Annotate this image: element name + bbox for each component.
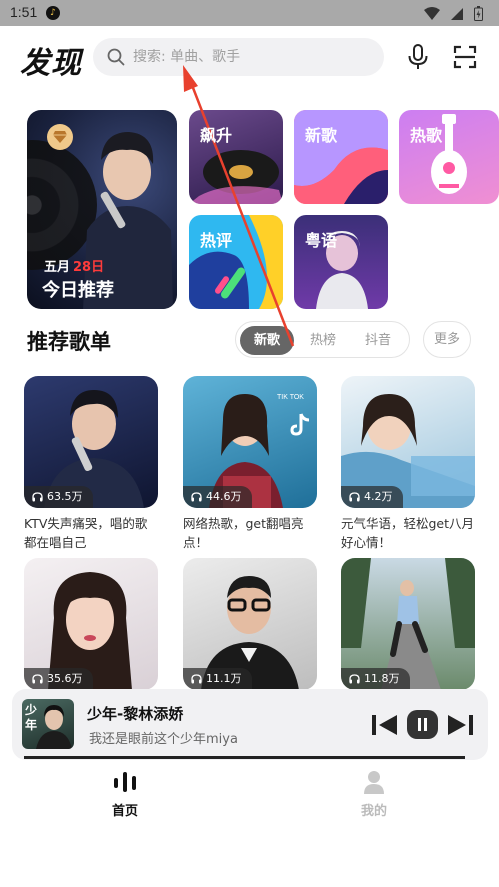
section-title: 推荐歌单 xyxy=(27,330,111,354)
headphones-icon xyxy=(32,492,43,502)
playlist-cover: TIK TOK 44.6万 xyxy=(183,376,317,508)
playlist-description: 网络热歌，get翻唱亮点！ xyxy=(183,516,304,550)
playback-progress-bar[interactable] xyxy=(24,756,465,759)
play-count-value: 63.5万 xyxy=(47,490,83,503)
playlist-description: 元气华语，轻松get八月好心情！ xyxy=(341,516,475,550)
tile-cantonese[interactable]: 粤语 xyxy=(294,215,388,309)
play-count: 11.1万 xyxy=(183,668,252,690)
signal-icon xyxy=(451,7,463,20)
playlist-card[interactable]: TIK TOK 44.6万 网络热歌，get翻唱亮点！ xyxy=(183,376,317,552)
daily-recommend-label: 今日推荐 xyxy=(42,280,114,301)
playlist-cover: 11.8万 xyxy=(341,558,475,690)
playlist-card[interactable]: 11.8万 xyxy=(341,558,475,690)
tab-new-songs[interactable]: 新歌 xyxy=(240,326,294,355)
pause-button[interactable] xyxy=(407,710,438,739)
diamond-badge-icon xyxy=(47,124,73,150)
user-icon xyxy=(364,771,384,794)
more-button[interactable]: 更多 xyxy=(423,321,471,358)
tile-label: 热评 xyxy=(200,231,233,250)
nav-home[interactable]: 首页 xyxy=(85,770,165,819)
play-count: 4.2万 xyxy=(341,486,403,508)
status-time: 1:51 xyxy=(10,4,38,20)
playlist-card[interactable]: 35.6万 xyxy=(24,558,158,690)
tile-label: 热歌 xyxy=(410,126,443,145)
play-count: 11.8万 xyxy=(341,668,410,690)
tile-new-songs[interactable]: 新歌 xyxy=(294,110,388,204)
mini-player[interactable]: 少年 少年-黎林添娇 我还是眼前这个少年miya xyxy=(12,689,488,760)
music-app-icon: ♪ xyxy=(46,6,60,20)
tile-soaring-chart[interactable]: 飙升 xyxy=(189,110,283,204)
microphone-icon[interactable] xyxy=(406,44,430,70)
daily-recommend-card[interactable]: 五月 28日 今日推荐 xyxy=(27,110,177,309)
daily-month: 五月 xyxy=(44,260,71,275)
tiktok-logo-icon xyxy=(290,413,310,436)
playlist-description: KTV失声痛哭，唱的歌都在唱自己 xyxy=(24,516,148,550)
next-track-icon[interactable] xyxy=(447,714,473,736)
headphones-icon xyxy=(32,674,43,684)
play-count-value: 11.8万 xyxy=(364,672,400,685)
playlist-card[interactable]: 11.1万 xyxy=(183,558,317,690)
scan-icon[interactable] xyxy=(453,45,477,69)
playlist-cover: 63.5万 xyxy=(24,376,158,508)
nav-me[interactable]: 我的 xyxy=(334,770,414,819)
sound-wave-icon xyxy=(114,772,136,792)
tile-label: 粤语 xyxy=(305,231,338,250)
play-count: 44.6万 xyxy=(183,486,252,508)
search-bar[interactable] xyxy=(93,38,384,76)
play-count-value: 4.2万 xyxy=(364,490,393,503)
tab-douyin[interactable]: 抖音 xyxy=(351,326,405,355)
headphones-icon xyxy=(191,674,202,684)
nav-home-label: 首页 xyxy=(111,804,138,819)
search-input[interactable] xyxy=(133,49,363,65)
playlist-card[interactable]: 63.5万 KTV失声痛哭，唱的歌都在唱自己 xyxy=(24,376,158,552)
now-playing-title: 少年-黎林添娇 xyxy=(87,705,184,723)
cover-text: 少年 xyxy=(25,703,38,732)
play-count-value: 44.6万 xyxy=(206,490,242,503)
playlist-cover: 4.2万 xyxy=(341,376,475,508)
tiktok-text: TIK TOK xyxy=(277,394,304,401)
playlist-cover: 35.6万 xyxy=(24,558,158,690)
playlist-card[interactable]: 4.2万 元气华语，轻松get八月好心情！ xyxy=(341,376,475,552)
tile-label: 新歌 xyxy=(305,126,338,145)
playlist-cover: 11.1万 xyxy=(183,558,317,690)
daily-day: 28日 xyxy=(73,260,105,275)
page-title: 发现 xyxy=(20,46,82,81)
tile-hot-comments[interactable]: 热评 xyxy=(189,215,283,309)
battery-icon xyxy=(474,6,483,21)
now-playing-cover[interactable]: 少年 xyxy=(22,699,74,749)
play-count: 63.5万 xyxy=(24,486,93,508)
pause-icon xyxy=(418,718,427,731)
play-count-value: 35.6万 xyxy=(47,672,83,685)
status-bar: 1:51 ♪ xyxy=(0,0,499,26)
previous-track-icon[interactable] xyxy=(372,714,398,736)
play-count-value: 11.1万 xyxy=(206,672,242,685)
play-count: 35.6万 xyxy=(24,668,93,690)
tile-label: 飙升 xyxy=(200,126,233,145)
headphones-icon xyxy=(349,492,360,502)
wifi-icon xyxy=(424,6,440,20)
search-icon xyxy=(107,48,125,66)
headphones-icon xyxy=(191,492,202,502)
now-playing-subtitle: 我还是眼前这个少年miya xyxy=(89,732,238,747)
daily-date: 五月 28日 xyxy=(44,256,104,275)
status-indicators xyxy=(424,6,483,21)
nav-me-label: 我的 xyxy=(360,804,387,819)
playlist-tabs: 新歌 热榜 抖音 xyxy=(235,321,410,358)
tab-hot-chart[interactable]: 热榜 xyxy=(296,326,350,355)
tile-hot-songs[interactable]: 热歌 xyxy=(399,110,499,204)
headphones-icon xyxy=(349,674,360,684)
